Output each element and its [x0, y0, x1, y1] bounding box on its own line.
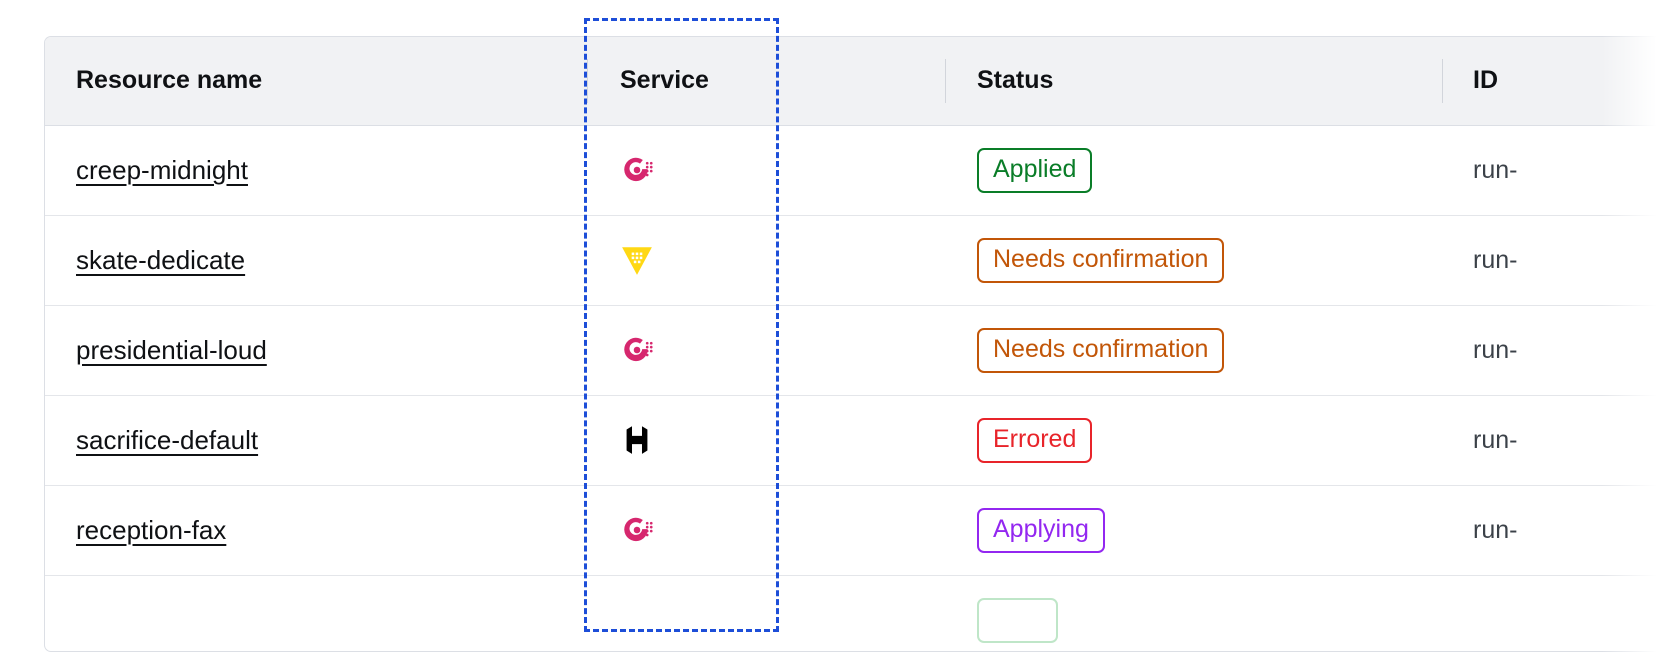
table-header-row: Resource name Service Status ID	[45, 37, 1672, 126]
hashicorp-icon	[626, 426, 648, 454]
table-row[interactable]: reception-fax Applying run-	[45, 485, 1672, 576]
column-header-resource-name[interactable]: Resource name	[45, 37, 587, 126]
status-badge: Applying	[977, 507, 1105, 553]
column-header-id[interactable]: ID	[1442, 37, 1672, 126]
header-separator-id	[1442, 59, 1443, 103]
table-row[interactable]: creep-midnight Applied run-	[45, 125, 1672, 216]
screenshot-root: Resource name Service Status ID creep-mi…	[0, 0, 1672, 652]
run-id-text: run-	[1473, 245, 1518, 274]
hcp-terraform-icon	[624, 517, 653, 542]
cell-resource-name: sacrifice-default	[45, 395, 587, 486]
cell-service	[587, 485, 945, 576]
cell-id	[1442, 575, 1672, 651]
table-row[interactable]: sacrifice-default Errored run-	[45, 395, 1672, 486]
cell-status: Needs confirmation	[945, 305, 1442, 396]
column-header-resource-name-label: Resource name	[76, 66, 263, 95]
status-badge: Applied	[977, 147, 1093, 193]
resource-name-link[interactable]: presidential-loud	[76, 335, 267, 365]
cell-id: run-	[1442, 395, 1672, 486]
hcp-terraform-icon	[624, 157, 653, 182]
column-header-service-label: Service	[620, 66, 709, 95]
column-header-service[interactable]: Service	[587, 37, 945, 126]
cell-id: run-	[1442, 125, 1672, 216]
resource-name-link[interactable]: reception-fax	[76, 515, 226, 545]
run-id-text: run-	[1473, 515, 1518, 544]
table-header: Resource name Service Status ID	[45, 37, 1672, 126]
resources-table: Resource name Service Status ID creep-mi…	[45, 37, 1672, 651]
cell-resource-name: presidential-loud	[45, 305, 587, 396]
resource-name-link[interactable]: sacrifice-default	[76, 425, 258, 455]
column-header-id-label: ID	[1473, 66, 1498, 95]
resource-name-link[interactable]: skate-dedicate	[76, 245, 245, 275]
resources-table-container: Resource name Service Status ID creep-mi…	[44, 36, 1672, 652]
cell-service	[587, 305, 945, 396]
cell-service	[587, 215, 945, 306]
cell-id: run-	[1442, 215, 1672, 306]
cell-status: Applying	[945, 485, 1442, 576]
cell-id: run-	[1442, 305, 1672, 396]
table-body: creep-midnight Applied run-skate-dedicate N…	[45, 125, 1672, 651]
cell-service	[587, 575, 945, 651]
cell-resource-name: creep-midnight	[45, 125, 587, 216]
run-id-text: run-	[1473, 425, 1518, 454]
cell-service	[587, 125, 945, 216]
cell-resource-name	[45, 575, 587, 651]
table-row[interactable]	[45, 575, 1672, 651]
column-header-status-label: Status	[977, 66, 1054, 95]
table-row[interactable]: skate-dedicate Needs confirmation run-	[45, 215, 1672, 306]
cell-status	[945, 575, 1442, 651]
table-row[interactable]: presidential-loud Needs confirmation run-	[45, 305, 1672, 396]
run-id-text: run-	[1473, 335, 1518, 364]
cell-resource-name: skate-dedicate	[45, 215, 587, 306]
header-separator-status	[945, 59, 946, 103]
status-badge: Needs confirmation	[977, 327, 1225, 373]
cell-service	[587, 395, 945, 486]
column-header-status[interactable]: Status	[945, 37, 1442, 126]
header-separator-service	[587, 59, 588, 103]
resource-name-link[interactable]: creep-midnight	[76, 155, 248, 185]
hcp-terraform-icon	[624, 337, 653, 362]
run-id-text: run-	[1473, 155, 1518, 184]
vault-icon	[622, 247, 652, 275]
cell-id: run-	[1442, 485, 1672, 576]
status-badge: Needs confirmation	[977, 237, 1225, 283]
cell-status: Needs confirmation	[945, 215, 1442, 306]
status-badge: Errored	[977, 417, 1093, 463]
cell-status: Applied	[945, 125, 1442, 216]
cell-resource-name: reception-fax	[45, 485, 587, 576]
cell-status: Errored	[945, 395, 1442, 486]
status-badge	[977, 597, 1058, 643]
